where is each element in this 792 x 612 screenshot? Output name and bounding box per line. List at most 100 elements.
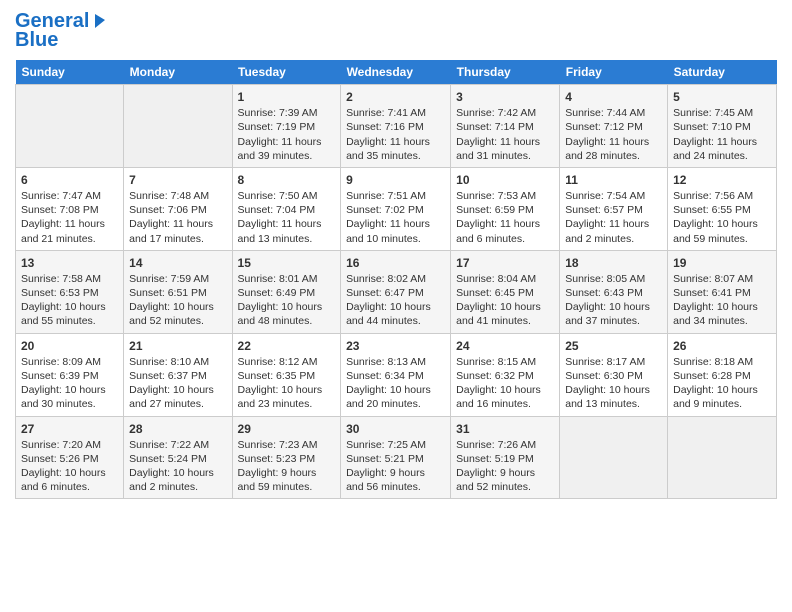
day-info: Sunrise: 7:54 AMSunset: 6:57 PMDaylight:…: [565, 189, 662, 246]
day-number: 25: [565, 338, 662, 354]
day-number: 8: [238, 172, 336, 188]
day-number: 10: [456, 172, 554, 188]
calendar-cell: 1Sunrise: 7:39 AMSunset: 7:19 PMDaylight…: [232, 85, 341, 168]
day-info: Sunrise: 8:04 AMSunset: 6:45 PMDaylight:…: [456, 272, 554, 329]
day-info: Sunrise: 7:50 AMSunset: 7:04 PMDaylight:…: [238, 189, 336, 246]
day-info: Sunrise: 7:22 AMSunset: 5:24 PMDaylight:…: [129, 438, 226, 495]
calendar-cell: 17Sunrise: 8:04 AMSunset: 6:45 PMDayligh…: [451, 250, 560, 333]
day-info: Sunrise: 7:56 AMSunset: 6:55 PMDaylight:…: [673, 189, 771, 246]
calendar-cell: [668, 416, 777, 499]
day-info: Sunrise: 7:59 AMSunset: 6:51 PMDaylight:…: [129, 272, 226, 329]
day-number: 3: [456, 89, 554, 105]
day-info: Sunrise: 7:47 AMSunset: 7:08 PMDaylight:…: [21, 189, 118, 246]
calendar-cell: 7Sunrise: 7:48 AMSunset: 7:06 PMDaylight…: [124, 167, 232, 250]
day-info: Sunrise: 8:12 AMSunset: 6:35 PMDaylight:…: [238, 355, 336, 412]
day-number: 23: [346, 338, 445, 354]
calendar-cell: 15Sunrise: 8:01 AMSunset: 6:49 PMDayligh…: [232, 250, 341, 333]
calendar-cell: 2Sunrise: 7:41 AMSunset: 7:16 PMDaylight…: [341, 85, 451, 168]
day-number: 15: [238, 255, 336, 271]
day-number: 21: [129, 338, 226, 354]
calendar-cell: 20Sunrise: 8:09 AMSunset: 6:39 PMDayligh…: [16, 333, 124, 416]
day-number: 30: [346, 421, 445, 437]
day-number: 31: [456, 421, 554, 437]
weekday-header-saturday: Saturday: [668, 60, 777, 85]
weekday-header-friday: Friday: [560, 60, 668, 85]
logo-arrow-icon: [91, 12, 109, 30]
day-info: Sunrise: 8:05 AMSunset: 6:43 PMDaylight:…: [565, 272, 662, 329]
day-number: 28: [129, 421, 226, 437]
day-number: 4: [565, 89, 662, 105]
day-number: 2: [346, 89, 445, 105]
calendar-cell: 25Sunrise: 8:17 AMSunset: 6:30 PMDayligh…: [560, 333, 668, 416]
weekday-header-thursday: Thursday: [451, 60, 560, 85]
day-info: Sunrise: 7:45 AMSunset: 7:10 PMDaylight:…: [673, 106, 771, 163]
day-number: 22: [238, 338, 336, 354]
day-info: Sunrise: 7:53 AMSunset: 6:59 PMDaylight:…: [456, 189, 554, 246]
day-info: Sunrise: 8:18 AMSunset: 6:28 PMDaylight:…: [673, 355, 771, 412]
day-number: 1: [238, 89, 336, 105]
day-number: 9: [346, 172, 445, 188]
weekday-header-wednesday: Wednesday: [341, 60, 451, 85]
calendar-cell: 24Sunrise: 8:15 AMSunset: 6:32 PMDayligh…: [451, 333, 560, 416]
day-info: Sunrise: 8:07 AMSunset: 6:41 PMDaylight:…: [673, 272, 771, 329]
day-info: Sunrise: 7:23 AMSunset: 5:23 PMDaylight:…: [238, 438, 336, 495]
calendar-cell: 9Sunrise: 7:51 AMSunset: 7:02 PMDaylight…: [341, 167, 451, 250]
calendar-cell: 3Sunrise: 7:42 AMSunset: 7:14 PMDaylight…: [451, 85, 560, 168]
calendar-cell: 10Sunrise: 7:53 AMSunset: 6:59 PMDayligh…: [451, 167, 560, 250]
day-number: 12: [673, 172, 771, 188]
day-info: Sunrise: 7:25 AMSunset: 5:21 PMDaylight:…: [346, 438, 445, 495]
calendar-cell: 5Sunrise: 7:45 AMSunset: 7:10 PMDaylight…: [668, 85, 777, 168]
calendar-week-1: 1Sunrise: 7:39 AMSunset: 7:19 PMDaylight…: [16, 85, 777, 168]
calendar-body: 1Sunrise: 7:39 AMSunset: 7:19 PMDaylight…: [16, 85, 777, 499]
calendar-cell: 11Sunrise: 7:54 AMSunset: 6:57 PMDayligh…: [560, 167, 668, 250]
calendar-cell: 23Sunrise: 8:13 AMSunset: 6:34 PMDayligh…: [341, 333, 451, 416]
calendar-cell: [124, 85, 232, 168]
day-info: Sunrise: 8:13 AMSunset: 6:34 PMDaylight:…: [346, 355, 445, 412]
weekday-header-monday: Monday: [124, 60, 232, 85]
calendar-cell: [16, 85, 124, 168]
day-info: Sunrise: 7:39 AMSunset: 7:19 PMDaylight:…: [238, 106, 336, 163]
calendar-cell: 18Sunrise: 8:05 AMSunset: 6:43 PMDayligh…: [560, 250, 668, 333]
day-number: 19: [673, 255, 771, 271]
day-number: 13: [21, 255, 118, 271]
day-number: 20: [21, 338, 118, 354]
calendar-cell: 30Sunrise: 7:25 AMSunset: 5:21 PMDayligh…: [341, 416, 451, 499]
day-info: Sunrise: 8:17 AMSunset: 6:30 PMDaylight:…: [565, 355, 662, 412]
day-info: Sunrise: 8:15 AMSunset: 6:32 PMDaylight:…: [456, 355, 554, 412]
day-number: 18: [565, 255, 662, 271]
day-number: 17: [456, 255, 554, 271]
calendar-cell: 16Sunrise: 8:02 AMSunset: 6:47 PMDayligh…: [341, 250, 451, 333]
calendar-cell: 12Sunrise: 7:56 AMSunset: 6:55 PMDayligh…: [668, 167, 777, 250]
page-container: General Blue SundayMondayTuesdayWednesda…: [0, 0, 792, 509]
calendar-cell: 22Sunrise: 8:12 AMSunset: 6:35 PMDayligh…: [232, 333, 341, 416]
day-info: Sunrise: 8:02 AMSunset: 6:47 PMDaylight:…: [346, 272, 445, 329]
day-number: 5: [673, 89, 771, 105]
calendar-week-2: 6Sunrise: 7:47 AMSunset: 7:08 PMDaylight…: [16, 167, 777, 250]
weekday-header-sunday: Sunday: [16, 60, 124, 85]
calendar-cell: 26Sunrise: 8:18 AMSunset: 6:28 PMDayligh…: [668, 333, 777, 416]
calendar-week-5: 27Sunrise: 7:20 AMSunset: 5:26 PMDayligh…: [16, 416, 777, 499]
logo: General Blue: [15, 10, 109, 52]
day-number: 24: [456, 338, 554, 354]
weekday-header-tuesday: Tuesday: [232, 60, 341, 85]
day-info: Sunrise: 7:26 AMSunset: 5:19 PMDaylight:…: [456, 438, 554, 495]
calendar-cell: 13Sunrise: 7:58 AMSunset: 6:53 PMDayligh…: [16, 250, 124, 333]
calendar-week-3: 13Sunrise: 7:58 AMSunset: 6:53 PMDayligh…: [16, 250, 777, 333]
calendar-header-row: SundayMondayTuesdayWednesdayThursdayFrid…: [16, 60, 777, 85]
day-info: Sunrise: 7:42 AMSunset: 7:14 PMDaylight:…: [456, 106, 554, 163]
calendar-table: SundayMondayTuesdayWednesdayThursdayFrid…: [15, 60, 777, 499]
logo-blue: Blue: [15, 29, 58, 52]
calendar-cell: 4Sunrise: 7:44 AMSunset: 7:12 PMDaylight…: [560, 85, 668, 168]
day-info: Sunrise: 7:48 AMSunset: 7:06 PMDaylight:…: [129, 189, 226, 246]
day-number: 29: [238, 421, 336, 437]
calendar-cell: 28Sunrise: 7:22 AMSunset: 5:24 PMDayligh…: [124, 416, 232, 499]
day-info: Sunrise: 7:58 AMSunset: 6:53 PMDaylight:…: [21, 272, 118, 329]
day-info: Sunrise: 7:41 AMSunset: 7:16 PMDaylight:…: [346, 106, 445, 163]
day-info: Sunrise: 8:09 AMSunset: 6:39 PMDaylight:…: [21, 355, 118, 412]
day-number: 6: [21, 172, 118, 188]
day-info: Sunrise: 8:10 AMSunset: 6:37 PMDaylight:…: [129, 355, 226, 412]
day-info: Sunrise: 7:44 AMSunset: 7:12 PMDaylight:…: [565, 106, 662, 163]
calendar-cell: 8Sunrise: 7:50 AMSunset: 7:04 PMDaylight…: [232, 167, 341, 250]
day-number: 26: [673, 338, 771, 354]
calendar-week-4: 20Sunrise: 8:09 AMSunset: 6:39 PMDayligh…: [16, 333, 777, 416]
